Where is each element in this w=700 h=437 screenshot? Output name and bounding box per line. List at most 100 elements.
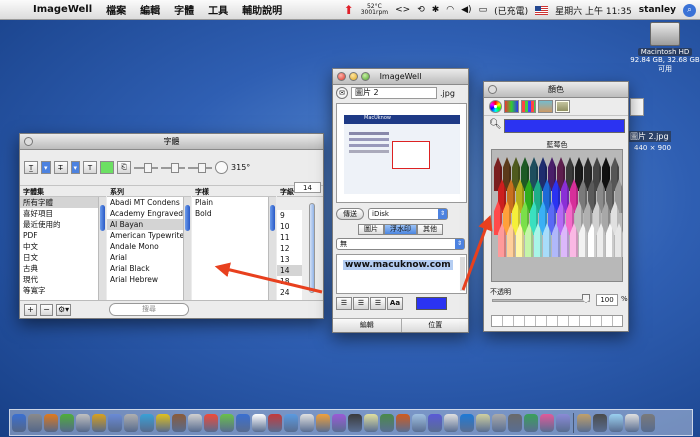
collection-item[interactable]: 中文 [20, 241, 106, 252]
opacity-value-field[interactable]: 100 [596, 294, 618, 306]
zoom-button[interactable] [361, 72, 370, 81]
input-flag-icon[interactable] [535, 5, 549, 15]
collection-item[interactable]: 最近使用的 [20, 219, 106, 230]
size-item[interactable]: 10 [277, 221, 302, 232]
collection-item[interactable]: 古典 [20, 263, 106, 274]
dock-app-icon[interactable] [60, 413, 74, 432]
strikethrough-style-button[interactable]: T̶ [53, 161, 68, 174]
collection-item[interactable]: 所有字體 [20, 197, 106, 208]
strikethrough-menu-icon[interactable]: ▾ [70, 161, 81, 174]
size-item[interactable]: 12 [277, 243, 302, 254]
wifi-icon[interactable]: ◠ [446, 5, 454, 15]
font-action-menu-button[interactable]: ⚙▾ [56, 303, 72, 316]
menu-edit[interactable]: 編輯 [133, 2, 167, 17]
desktop-hard-disk[interactable]: Macintosh HD 92.84 GB, 32.68 GB 可用 [630, 22, 700, 74]
dock-app-icon[interactable] [44, 413, 58, 432]
dock-app-icon[interactable] [252, 413, 266, 432]
family-scrollbar[interactable] [183, 197, 191, 300]
size-field[interactable]: 14 [294, 182, 321, 193]
dock-app-icon[interactable] [524, 413, 538, 432]
minimize-button[interactable] [349, 72, 358, 81]
dock-app-icon[interactable] [172, 413, 186, 432]
font-panel-titlebar[interactable]: 字體 [20, 134, 323, 150]
family-item[interactable]: Al Bayan [107, 219, 191, 230]
dock-app-icon[interactable] [396, 413, 410, 432]
color-wheel-icon[interactable] [489, 100, 502, 113]
size-item[interactable]: 18 [277, 276, 302, 287]
dock-app-icon[interactable] [540, 413, 554, 432]
dock-app-icon[interactable] [188, 413, 202, 432]
user-menu[interactable]: stanley [639, 5, 676, 15]
family-item[interactable]: Andale Mono [107, 241, 191, 252]
collection-item[interactable]: 現代 [20, 274, 106, 285]
dock-app-icon[interactable] [220, 413, 234, 432]
family-item[interactable]: Abadi MT Condens [107, 197, 191, 208]
menu-tools[interactable]: 工具 [201, 2, 235, 17]
dock-app-icon[interactable] [428, 413, 442, 432]
dock-app-icon[interactable] [460, 413, 474, 432]
image-palettes-icon[interactable] [538, 100, 553, 113]
align-right-icon[interactable]: ☰ [370, 297, 386, 310]
collection-item[interactable]: PDF [20, 230, 106, 241]
bluetooth-icon[interactable]: ✱ [432, 5, 440, 15]
family-item[interactable]: American Typewrite [107, 230, 191, 241]
dock-app-icon[interactable] [625, 413, 639, 432]
filename-field[interactable]: 圖片 2 [351, 87, 437, 99]
font-panel-close-button[interactable] [24, 137, 33, 146]
text-style-button[interactable]: Aa [387, 297, 403, 310]
battery-status[interactable]: (已充電) [494, 4, 528, 17]
collection-item[interactable]: 日文 [20, 252, 106, 263]
dock-app-icon[interactable] [577, 413, 591, 432]
dock-app-icon[interactable] [156, 413, 170, 432]
upload-arrow-icon[interactable]: ⬆ [344, 3, 354, 17]
watermark-scrollbar[interactable] [460, 257, 465, 291]
temperature-readout[interactable]: 52°C 3001rpm [361, 4, 388, 16]
shadow-angle-dial[interactable] [215, 161, 229, 174]
custom-swatches[interactable] [491, 315, 623, 327]
dock-app-icon[interactable] [316, 413, 330, 432]
dock-app-icon[interactable] [300, 413, 314, 432]
font-search-field[interactable]: 搜尋 [109, 303, 189, 316]
send-button[interactable]: 傳送 [336, 208, 364, 220]
dock-app-icon[interactable] [593, 413, 607, 432]
sync-icon[interactable]: ⟲ [417, 5, 425, 15]
size-item[interactable]: 24 [277, 287, 302, 298]
shadow-opacity-slider[interactable] [134, 162, 159, 173]
dock-app-icon[interactable] [12, 413, 26, 432]
dock-app-icon[interactable] [476, 413, 490, 432]
dock-app-icon[interactable] [412, 413, 426, 432]
dock-app-icon[interactable] [556, 413, 570, 432]
shadow-blur-slider[interactable] [161, 162, 186, 173]
selected-color-well[interactable] [504, 119, 625, 133]
imagewell-titlebar[interactable]: ImageWell [333, 69, 468, 85]
dock-app-icon[interactable] [444, 413, 458, 432]
battery-icon[interactable]: ▭ [479, 5, 488, 15]
dock-app-icon[interactable] [641, 413, 655, 432]
family-item[interactable]: Arial Hebrew [107, 274, 191, 285]
watermark-text-field[interactable]: www.macuknow.com [336, 254, 467, 294]
dock-app-icon[interactable] [76, 413, 90, 432]
menu-clock[interactable]: 星期六 上午 11:35 [555, 4, 632, 17]
thumbnail-toggle-icon[interactable]: ✉ [336, 87, 348, 99]
color-panel-close-button[interactable] [488, 85, 497, 94]
dock-app-icon[interactable] [108, 413, 122, 432]
dock-app-icon[interactable] [236, 413, 250, 432]
typeface-item[interactable]: Bold [192, 208, 276, 219]
collections-scrollbar[interactable] [98, 197, 106, 300]
dock-app-icon[interactable] [92, 413, 106, 432]
menu-file[interactable]: 檔案 [99, 2, 133, 17]
dock-app-icon[interactable] [140, 413, 154, 432]
dock-app-icon[interactable] [364, 413, 378, 432]
size-item[interactable]: 9 [277, 210, 302, 221]
collection-item[interactable]: 等寬字 [20, 285, 106, 296]
dock-app-icon[interactable] [609, 413, 623, 432]
spotlight-icon[interactable]: ⌕ [683, 3, 696, 17]
underline-style-button[interactable]: T̲ [24, 161, 38, 174]
family-item[interactable]: Arial [107, 252, 191, 263]
dock-app-icon[interactable] [348, 413, 362, 432]
destination-popup[interactable]: iDisk [368, 208, 448, 220]
menu-help[interactable]: 輔助說明 [235, 2, 289, 17]
add-collection-button[interactable]: + [24, 303, 37, 316]
dock-app-icon[interactable] [28, 413, 42, 432]
dock-app-icon[interactable] [380, 413, 394, 432]
